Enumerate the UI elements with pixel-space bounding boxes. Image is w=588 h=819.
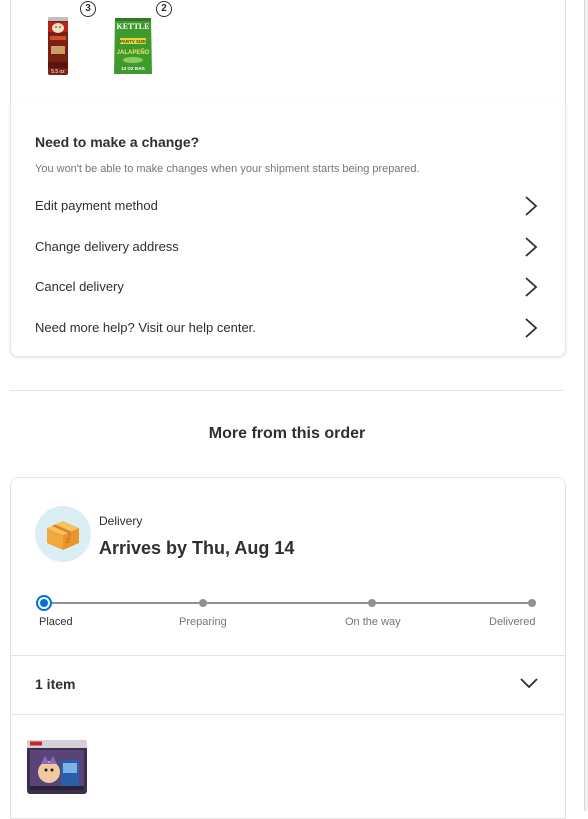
- change-card-title: Need to make a change?: [35, 134, 200, 150]
- delivery-shipment-card: Delivery Arrives by Thu, Aug 14 Placed P…: [10, 477, 566, 819]
- tracker-step-label: Preparing: [179, 616, 227, 628]
- product-thumbnail[interactable]: [27, 740, 87, 794]
- cancel-delivery-link[interactable]: Cancel delivery: [11, 269, 565, 305]
- action-label: Need more help? Visit our help center.: [35, 320, 256, 335]
- chevron-down-icon: [520, 678, 538, 689]
- more-from-order-title: More from this order: [208, 425, 366, 442]
- kettle-bag-icon: KETTLE PARTY SIZE JALAPEÑO 13 OZ BAG: [114, 18, 152, 74]
- product-image-pringles[interactable]: 5.5 oz: [45, 16, 71, 76]
- order-items-card: 5.5 oz 3 KETTLE PARTY SIZE JALAPEÑO 13 O…: [10, 0, 566, 103]
- arrival-date: Arrives by Thu, Aug 14: [99, 538, 295, 558]
- items-accordion-toggle[interactable]: 1 item: [11, 655, 565, 715]
- chevron-right-icon: [525, 196, 538, 216]
- chevron-right-icon: [525, 318, 538, 338]
- kettle-tag-text: PARTY SIZE: [120, 39, 146, 44]
- tracker-line: [44, 602, 534, 604]
- change-options-card: Need to make a change? You won't be able…: [10, 102, 566, 357]
- tracker-step-label: Placed: [39, 616, 73, 628]
- quantity-badge: 3: [80, 1, 96, 17]
- change-card-subtitle: You won't be able to make changes when y…: [35, 163, 420, 175]
- chevron-right-icon: [525, 237, 538, 257]
- chevron-right-icon: [525, 277, 538, 297]
- tracker-step-on-the-way-dot: [368, 599, 376, 607]
- delivery-type-label: Delivery: [99, 514, 143, 528]
- edit-payment-method-link[interactable]: Edit payment method: [11, 188, 565, 224]
- section-divider: [10, 390, 564, 391]
- tracker-step-label: On the way: [345, 616, 401, 628]
- action-label: Change delivery address: [35, 239, 179, 254]
- action-label: Cancel delivery: [35, 279, 124, 294]
- pringles-can-icon: 5.5 oz: [48, 17, 68, 75]
- trading-card-pack-icon: [27, 740, 87, 794]
- kettle-flavor-text: JALAPEÑO: [117, 49, 150, 56]
- kettle-size-text: 13 OZ BAG: [121, 66, 145, 71]
- tracker-step-label: Delivered: [489, 616, 536, 628]
- product-image-kettle[interactable]: KETTLE PARTY SIZE JALAPEÑO 13 OZ BAG: [112, 16, 154, 76]
- tracker-step-placed-dot: [36, 595, 52, 611]
- item-count: 1 item: [35, 676, 76, 692]
- pringles-size-text: 5.5 oz: [51, 69, 65, 75]
- action-label: Edit payment method: [35, 198, 158, 213]
- quantity-badge: 2: [156, 1, 172, 17]
- help-center-link[interactable]: Need more help? Visit our help center.: [11, 310, 565, 346]
- package-box-icon: [35, 506, 91, 562]
- tracker-step-delivered-dot: [528, 599, 536, 607]
- page-scrollbar-edge: [584, 0, 588, 811]
- change-delivery-address-link[interactable]: Change delivery address: [11, 229, 565, 265]
- kettle-brand-text: KETTLE: [117, 22, 150, 31]
- tracker-step-preparing-dot: [199, 599, 207, 607]
